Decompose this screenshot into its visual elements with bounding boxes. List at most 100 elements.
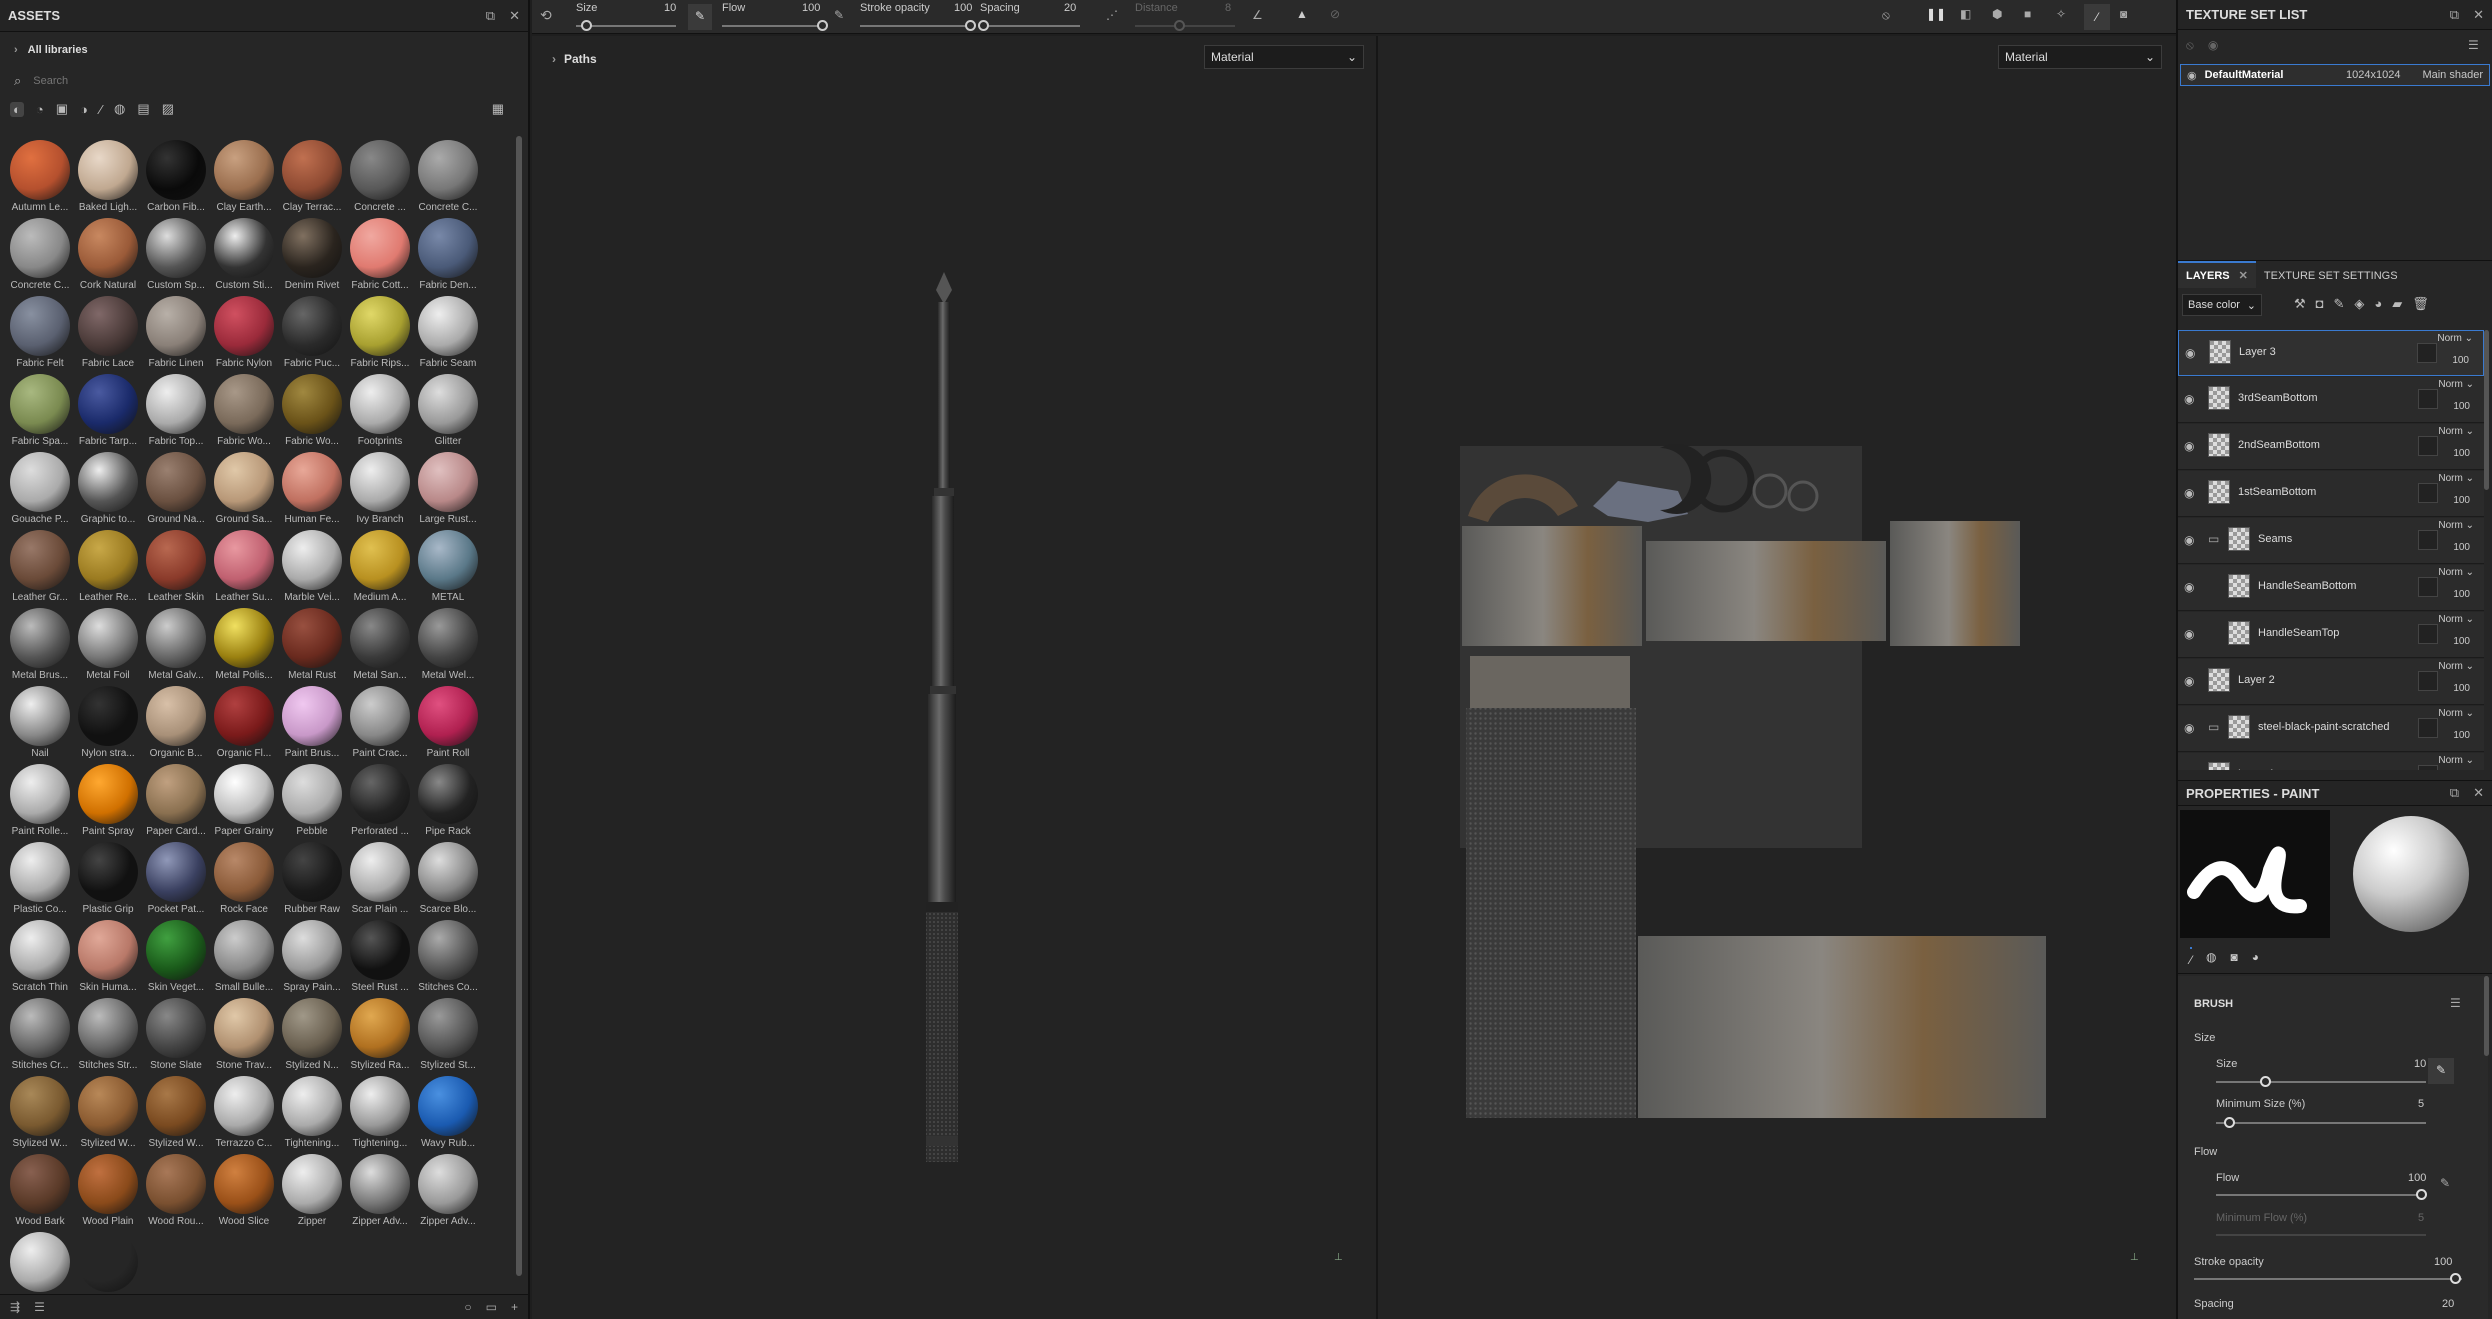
asset-tile[interactable]: Stylized St... <box>414 994 482 1072</box>
hide-icon[interactable]: ⦸ <box>1882 8 1890 23</box>
asset-tile[interactable]: Fabric Wo... <box>278 370 346 448</box>
show-all-icon[interactable]: ◉ <box>2208 38 2218 53</box>
properties-scrollbar[interactable] <box>2484 976 2489 1056</box>
asset-tile[interactable]: Skin Huma... <box>74 916 142 994</box>
asset-tile[interactable]: Human Fe... <box>278 448 346 526</box>
asset-tile[interactable]: Medium A... <box>346 526 414 604</box>
layer-row[interactable]: ◉ ▭ Seams Norm ⌄ 100 <box>2178 518 2484 564</box>
generator-filter-icon[interactable]: ▤ <box>137 101 149 117</box>
close-icon[interactable]: ✕ <box>509 8 520 24</box>
viewport-3d[interactable]: › Paths Material ⌄ ⊥ <box>532 36 1376 1319</box>
asset-tile[interactable]: Fabric Puc... <box>278 292 346 370</box>
eye-icon[interactable]: ◉ <box>2184 533 2194 547</box>
eye-icon[interactable]: ◉ <box>2185 346 2195 360</box>
asset-tile[interactable]: Ground Na... <box>142 448 210 526</box>
split-view-icon[interactable]: ◧ <box>1960 7 1971 21</box>
asset-tile[interactable]: Small Bulle... <box>210 916 278 994</box>
brush-stroke-opacity-slider[interactable] <box>2194 1278 2462 1280</box>
eye-icon[interactable]: ◉ <box>2187 69 2197 82</box>
brush-tab-icon[interactable]: ⁄ <box>2190 946 2193 967</box>
stencil-tab-icon[interactable]: ◙ <box>2231 950 2238 964</box>
layer-row[interactable]: ◉ HandleSeamBottom Norm ⌄ 100 <box>2178 565 2484 611</box>
asset-tile[interactable]: Leather Skin <box>142 526 210 604</box>
alpha-tab-icon[interactable]: ◍ <box>2206 950 2216 964</box>
asset-tile[interactable]: Fabric Rips... <box>346 292 414 370</box>
asset-tile[interactable]: Pipe Rack <box>414 760 482 838</box>
iray-icon[interactable]: ✧ <box>2056 7 2066 21</box>
blend-mode-select[interactable]: Norm ⌄ <box>2438 520 2474 531</box>
lazy-mouse-icon[interactable]: ⟲ <box>540 7 552 24</box>
pen-pressure-flow-icon[interactable]: ✎ <box>834 8 844 22</box>
min-flow-slider[interactable] <box>2216 1234 2426 1236</box>
layers-scrollbar[interactable] <box>2484 330 2489 490</box>
asset-tile[interactable]: Pebble <box>278 760 346 838</box>
asset-tile[interactable]: METAL <box>414 526 482 604</box>
asset-tile[interactable]: Footprints <box>346 370 414 448</box>
brush-flow-knob[interactable] <box>2416 1189 2427 1200</box>
detach-icon[interactable]: ⧉ <box>2450 7 2459 23</box>
asset-tile[interactable]: Metal Foil <box>74 604 142 682</box>
brush-stroke-opacity-knob[interactable] <box>2450 1273 2461 1284</box>
asset-tile[interactable]: Fabric Nylon <box>210 292 278 370</box>
asset-tile[interactable]: Nylon stra... <box>74 682 142 760</box>
brush-flow-slider[interactable] <box>2216 1194 2426 1196</box>
folder-icon[interactable]: ▭ <box>2208 720 2219 734</box>
stroke-opacity-knob[interactable] <box>965 20 976 31</box>
all-libraries[interactable]: › All libraries <box>14 44 88 56</box>
asset-tile[interactable]: Steel Rust ... <box>346 916 414 994</box>
brush-size-slider[interactable] <box>2216 1081 2426 1083</box>
brush-size-knob[interactable] <box>2260 1076 2271 1087</box>
asset-tile[interactable]: Carbon Fib... <box>142 136 210 214</box>
add-icon[interactable]: + <box>511 1300 518 1314</box>
asset-tile[interactable]: Zipper <box>278 1150 346 1228</box>
asset-tile[interactable]: Concrete C... <box>414 136 482 214</box>
assets-scrollbar[interactable] <box>516 136 522 1276</box>
flow-slider-knob[interactable] <box>817 20 828 31</box>
eye-icon[interactable]: ◉ <box>2184 627 2194 641</box>
add-smart-material-icon[interactable]: ◕ <box>2374 296 2382 312</box>
layer-mask-slot[interactable] <box>2418 765 2438 770</box>
blend-mode-select[interactable]: Norm ⌄ <box>2438 661 2474 672</box>
layer-mask-slot[interactable] <box>2418 389 2438 409</box>
asset-tile[interactable]: Stone Trav... <box>210 994 278 1072</box>
layer-mask-slot[interactable] <box>2418 436 2438 456</box>
asset-tile[interactable]: Fabric Seam <box>414 292 482 370</box>
distance-slider[interactable] <box>1135 25 1235 27</box>
close-icon[interactable]: ✕ <box>2239 270 2248 282</box>
asset-tile[interactable]: Glitter <box>414 370 482 448</box>
add-folder-icon[interactable]: ▰ <box>2392 296 2402 312</box>
layer-mask-slot[interactable] <box>2418 577 2438 597</box>
brush-filter-icon[interactable]: ⁄ <box>100 102 102 117</box>
asset-tile[interactable]: Wood Rou... <box>142 1150 210 1228</box>
asset-tile[interactable]: Stylized W... <box>6 1072 74 1150</box>
asset-tile[interactable]: Clay Terrac... <box>278 136 346 214</box>
asset-tile[interactable]: Scratch Thin <box>6 916 74 994</box>
distance-slider-knob[interactable] <box>1174 20 1185 31</box>
list-view-icon[interactable]: ☰ <box>34 1300 45 1314</box>
layer-row[interactable]: ◉ ▭ steel-black-paint-scratched Norm ⌄ 100 <box>2178 706 2484 752</box>
asset-tile[interactable]: Plastic Grip <box>74 838 142 916</box>
asset-tile[interactable]: Zipper Adv... <box>346 1150 414 1228</box>
render-icon[interactable]: ⬢ <box>1992 7 2002 21</box>
asset-tile[interactable]: Leather Gr... <box>6 526 74 604</box>
layer-opacity[interactable]: 100 <box>2453 683 2470 694</box>
add-mask-icon[interactable]: ◘ <box>2316 296 2324 312</box>
size-pressure-icon[interactable]: ✎ <box>2428 1058 2454 1084</box>
asset-tile[interactable]: Ivy Branch <box>346 448 414 526</box>
import-icon[interactable]: ⇶ <box>10 1300 20 1314</box>
smart-material-filter-icon[interactable]: ◔ <box>36 102 44 117</box>
refresh-icon[interactable]: ○ <box>464 1300 471 1314</box>
flow-pressure-icon[interactable]: ✎ <box>2440 1176 2450 1190</box>
asset-tile[interactable]: Rubber Raw <box>278 838 346 916</box>
layer-mask-slot[interactable] <box>2418 483 2438 503</box>
blend-mode-select[interactable]: Norm ⌄ <box>2438 708 2474 719</box>
texture-set-menu-icon[interactable]: ☰ <box>2468 38 2479 52</box>
asset-tile[interactable]: Scar Plain ... <box>346 838 414 916</box>
asset-tile[interactable]: Stylized N... <box>278 994 346 1072</box>
pen-pressure-size-icon[interactable]: ✎ <box>688 4 712 30</box>
asset-tile[interactable]: Fabric Felt <box>6 292 74 370</box>
eye-icon[interactable]: ◉ <box>2184 392 2194 406</box>
grid-view-icon[interactable]: ▦ <box>492 101 504 117</box>
asset-tile[interactable]: Metal Wel... <box>414 604 482 682</box>
eye-icon[interactable]: ◉ <box>2184 674 2194 688</box>
